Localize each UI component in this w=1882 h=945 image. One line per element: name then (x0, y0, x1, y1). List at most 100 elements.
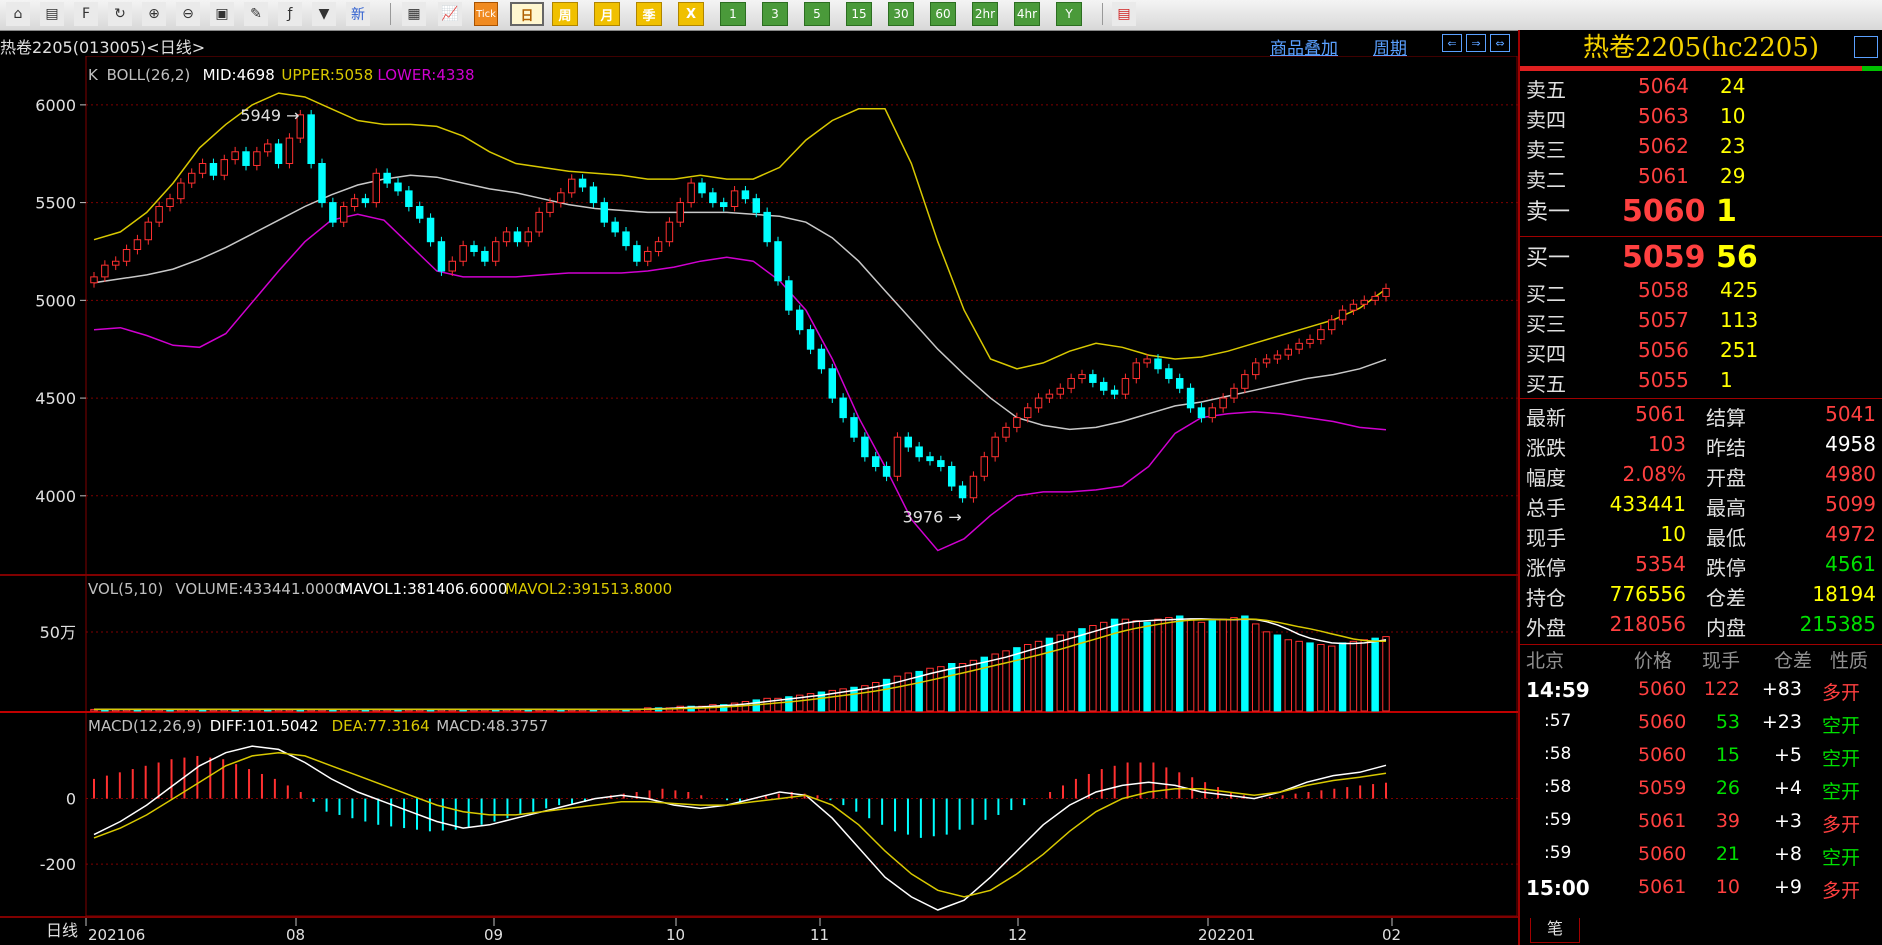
pen-icon[interactable]: ✎ (244, 2, 268, 26)
volume-bar (1241, 615, 1249, 712)
candle (1045, 393, 1054, 399)
nav-expand-icon[interactable]: ⇔ (1490, 34, 1510, 52)
low-annotation: 3976 → (903, 508, 962, 527)
candle (513, 231, 522, 243)
stat-label: 现手 (1526, 526, 1566, 550)
trade-time: :57 (1544, 711, 1572, 731)
candle (220, 159, 229, 176)
window-icon[interactable]: ▣ (210, 2, 234, 26)
volume-bar (1056, 634, 1065, 712)
tab-ticks[interactable]: 笔 (1530, 918, 1580, 943)
price-legend-3: UPPER:5058 (281, 66, 373, 84)
kline-chart[interactable]: 6000 5500 5000 4500 4000 5949 → 3976 → K BOLL(26… (0, 56, 1518, 945)
period-button-5[interactable]: 1 (720, 2, 746, 26)
candle (177, 182, 185, 200)
ask-label: 卖一 (1526, 200, 1571, 225)
candle (937, 460, 945, 467)
zoom-out-icon[interactable]: ⊖ (176, 2, 200, 26)
trade-oi: +83 (1761, 678, 1802, 700)
candle (665, 221, 674, 243)
trade-price: 5059 (1638, 777, 1687, 799)
period-button-7[interactable]: 5 (804, 2, 830, 26)
tick-button[interactable]: Tick (474, 2, 498, 26)
volume-bar (1360, 639, 1369, 712)
volume-bar (1143, 621, 1151, 712)
period-button-6[interactable]: 3 (762, 2, 788, 26)
candle (698, 182, 706, 194)
stat-label: 开盘 (1706, 466, 1746, 490)
restore-icon[interactable] (1854, 36, 1878, 58)
stat-value: 10 (1660, 522, 1686, 546)
trend-icon[interactable]: 📈 (438, 2, 462, 26)
period-button-8[interactable]: 15 (846, 2, 872, 26)
period-button-2[interactable]: 月 (594, 2, 620, 26)
notebook-icon[interactable]: ▤ (40, 2, 64, 26)
candle (882, 465, 891, 477)
filter-icon[interactable]: ▼ (312, 2, 336, 26)
candle (339, 206, 348, 223)
calendar-icon[interactable]: ▤ (1112, 2, 1136, 26)
period-button-4[interactable]: X (678, 2, 704, 26)
trade-header-1: 价格 (1634, 650, 1673, 672)
period-button-1[interactable]: 周 (552, 2, 578, 26)
price-legend-0: K (88, 66, 99, 84)
candle (1110, 389, 1119, 395)
candle (361, 198, 370, 204)
trade-qty: 10 (1715, 876, 1740, 898)
stat-label: 最低 (1706, 526, 1746, 550)
bid-qty: 56 (1716, 240, 1758, 275)
candle (600, 202, 609, 223)
nav-right-icon[interactable]: ⇒ (1466, 34, 1486, 52)
period-button-3[interactable]: 季 (636, 2, 662, 26)
new-button[interactable]: 新 (346, 2, 370, 26)
trade-oi: +9 (1773, 876, 1802, 898)
period-button-9[interactable]: 30 (888, 2, 914, 26)
zoom-in-icon[interactable]: ⊕ (142, 2, 166, 26)
trade-type: 空开 (1822, 847, 1861, 869)
x-tick-label: 10 (666, 926, 685, 944)
candle (1013, 417, 1021, 428)
period-button-13[interactable]: Y (1056, 2, 1082, 26)
macd-tick-label: 0 (66, 790, 76, 809)
trade-header-3: 仓差 (1774, 650, 1813, 672)
candle (643, 250, 652, 262)
candle (1251, 362, 1260, 376)
candle (1306, 338, 1314, 344)
bid-qty: 425 (1720, 278, 1759, 302)
volume-bar (1295, 640, 1303, 712)
home-icon[interactable]: ⌂ (6, 2, 30, 26)
price-legend-2: MID:4698 (203, 66, 275, 84)
candle (795, 309, 804, 331)
candle (459, 245, 467, 262)
volume-bar (1327, 645, 1336, 712)
candle (947, 465, 956, 487)
trade-price: 5060 (1638, 843, 1687, 865)
trade-oi: +3 (1773, 810, 1802, 832)
candle (253, 151, 261, 166)
candle (752, 198, 761, 213)
trade-price: 5061 (1638, 876, 1687, 898)
table-icon[interactable]: ▦ (402, 2, 426, 26)
candle (980, 456, 989, 477)
f10-icon[interactable]: F (74, 2, 98, 26)
stat-value: 18194 (1812, 582, 1876, 606)
period-button-12[interactable]: 4hr (1014, 2, 1040, 26)
period-button-11[interactable]: 2hr (972, 2, 998, 26)
refresh-icon[interactable]: ↻ (108, 2, 132, 26)
candle (1295, 342, 1303, 350)
candle (741, 190, 750, 200)
period-button-10[interactable]: 60 (930, 2, 956, 26)
stat-value: 4972 (1825, 522, 1876, 546)
divider (1520, 236, 1882, 237)
volume-legend-1: VOLUME:433441.0000 (175, 580, 343, 598)
trade-qty: 53 (1715, 711, 1740, 733)
contract-title: 热卷2205(hc2205) (1520, 30, 1882, 66)
macd-legend-2: DEA:77.3164 (332, 717, 430, 735)
nav-left-icon[interactable]: ⇐ (1442, 34, 1462, 52)
period-button-0[interactable]: 日 (510, 2, 544, 26)
bid-label: 买三 (1526, 312, 1566, 336)
candle (383, 172, 391, 184)
ask-qty: 29 (1720, 164, 1746, 188)
volume-bar (1165, 617, 1173, 712)
formula-icon[interactable]: ƒ (278, 2, 302, 26)
